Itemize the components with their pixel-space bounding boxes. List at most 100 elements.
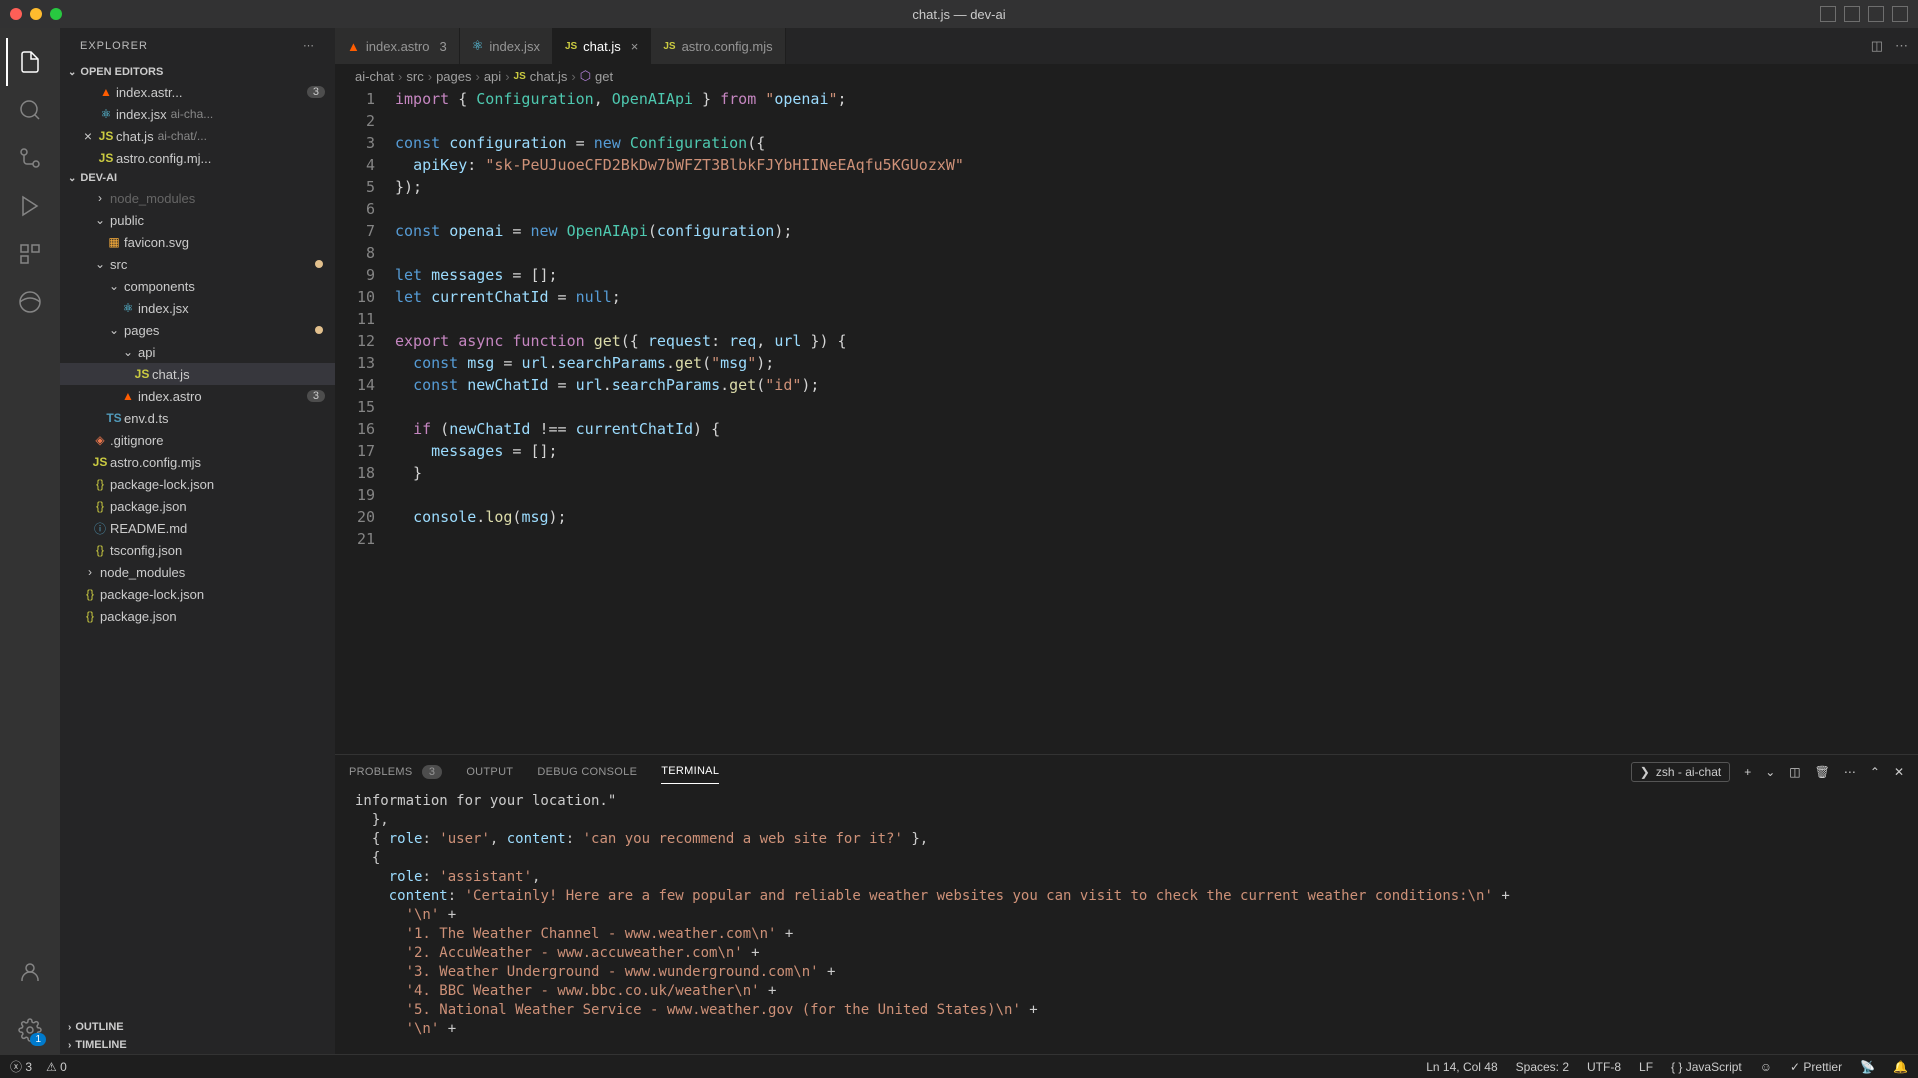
status-bar: ⓧ 3 ⚠ 0 Ln 14, Col 48 Spaces: 2 UTF-8 LF…	[0, 1054, 1918, 1078]
live-share-icon[interactable]: 📡	[1860, 1060, 1875, 1074]
editor-tab[interactable]: ⚛index.jsx	[460, 28, 553, 64]
encoding-status[interactable]: UTF-8	[1587, 1060, 1621, 1074]
breadcrumb[interactable]: ai-chat› src› pages› api› JS chat.js› ⬡ …	[335, 64, 1918, 88]
open-editor-item[interactable]: ×JSchat.jsai-chat/...	[60, 125, 335, 147]
close-window-button[interactable]	[10, 8, 22, 20]
astro-icon: ▲	[96, 85, 116, 99]
cursor-position[interactable]: Ln 14, Col 48	[1426, 1060, 1497, 1074]
breadcrumb-item[interactable]: chat.js	[530, 69, 568, 84]
breadcrumb-item[interactable]: ai-chat	[355, 69, 394, 84]
terminal-tab[interactable]: TERMINAL	[661, 759, 719, 784]
editor-tab[interactable]: JSchat.js×	[553, 28, 651, 64]
sidebar-more-icon[interactable]: ⋯	[303, 39, 315, 52]
split-editor-icon[interactable]: ◫	[1871, 38, 1883, 54]
close-panel-icon[interactable]: ✕	[1894, 765, 1904, 779]
extensions-activity[interactable]	[6, 230, 54, 278]
prettier-status[interactable]: ✓ Prettier	[1790, 1060, 1842, 1074]
edge-tools-activity[interactable]	[6, 278, 54, 326]
editor-tab[interactable]: JSastro.config.mjs	[651, 28, 785, 64]
kill-terminal-icon[interactable]: 🗑	[1815, 765, 1830, 779]
split-terminal-icon[interactable]: ◫	[1789, 765, 1800, 779]
toggle-secondary-sidebar-icon[interactable]	[1868, 6, 1884, 22]
terminal-output[interactable]: information for your location." }, { rol…	[335, 788, 1918, 1054]
react-icon: ⚛	[118, 301, 138, 315]
file-item[interactable]: JSastro.config.mjs	[60, 451, 335, 473]
problems-tab[interactable]: PROBLEMS 3	[349, 760, 442, 784]
editor-tab[interactable]: ▲index.astro3	[335, 28, 460, 64]
run-debug-activity[interactable]	[6, 182, 54, 230]
json-icon: {}	[90, 543, 110, 557]
source-control-activity[interactable]	[6, 134, 54, 182]
open-editor-item[interactable]: ▲index.astr...3	[60, 81, 335, 103]
folder-item[interactable]: ⌄pages	[60, 319, 335, 341]
file-item[interactable]: TSenv.d.ts	[60, 407, 335, 429]
maximize-window-button[interactable]	[50, 8, 62, 20]
breadcrumb-item[interactable]: get	[595, 69, 613, 84]
outline-label: OUTLINE	[75, 1021, 123, 1033]
js-icon: JS	[663, 41, 675, 52]
search-activity[interactable]	[6, 86, 54, 134]
file-item[interactable]: {}package.json	[60, 495, 335, 517]
warnings-status[interactable]: ⚠ 0	[46, 1060, 67, 1074]
errors-status[interactable]: ⓧ 3	[10, 1058, 32, 1075]
code-editor[interactable]: 123456789101112131415161718192021 import…	[335, 88, 1918, 754]
breadcrumb-item[interactable]: pages	[436, 69, 471, 84]
explorer-activity[interactable]	[6, 38, 54, 86]
more-actions-icon[interactable]: ⋯	[1895, 38, 1908, 54]
folder-item[interactable]: ⌄api	[60, 341, 335, 363]
open-editor-item[interactable]: ⚛index.jsxai-cha...	[60, 103, 335, 125]
customize-layout-icon[interactable]	[1892, 6, 1908, 22]
code-content[interactable]: import { Configuration, OpenAIApi } from…	[395, 88, 1918, 754]
accounts-activity[interactable]	[6, 948, 54, 996]
folder-item[interactable]: ›node_modules	[60, 561, 335, 583]
item-name: env.d.ts	[124, 411, 169, 426]
file-item[interactable]: JSchat.js	[60, 363, 335, 385]
file-item[interactable]: {}package.json	[60, 605, 335, 627]
outline-section[interactable]: › OUTLINE	[60, 1018, 335, 1036]
close-tab-icon[interactable]: ×	[631, 39, 639, 54]
debug-console-tab[interactable]: DEBUG CONSOLE	[537, 760, 637, 784]
maximize-panel-icon[interactable]: ⌃	[1870, 765, 1880, 779]
terminal-selector[interactable]: ❯ zsh - ai-chat	[1631, 762, 1730, 782]
file-item[interactable]: ▦favicon.svg	[60, 231, 335, 253]
file-item[interactable]: ◈.gitignore	[60, 429, 335, 451]
file-item[interactable]: {}package-lock.json	[60, 583, 335, 605]
feedback-icon[interactable]: ☺	[1760, 1060, 1772, 1074]
astro-icon: ▲	[347, 39, 360, 54]
file-item[interactable]: ⓘREADME.md	[60, 517, 335, 539]
language-status[interactable]: { } JavaScript	[1671, 1060, 1742, 1074]
project-section[interactable]: ⌄ DEV-AI	[60, 169, 335, 187]
folder-item[interactable]: ⌄src	[60, 253, 335, 275]
toggle-primary-sidebar-icon[interactable]	[1820, 6, 1836, 22]
bottom-panel: PROBLEMS 3 OUTPUT DEBUG CONSOLE TERMINAL…	[335, 754, 1918, 1054]
file-item[interactable]: {}tsconfig.json	[60, 539, 335, 561]
timeline-section[interactable]: › TIMELINE	[60, 1036, 335, 1054]
minimize-window-button[interactable]	[30, 8, 42, 20]
file-name: index.jsx	[116, 107, 167, 122]
more-terminal-icon[interactable]: ⋯	[1844, 765, 1856, 779]
close-icon[interactable]: ×	[80, 128, 96, 144]
open-editor-item[interactable]: JSastro.config.mj...	[60, 147, 335, 169]
file-item[interactable]: ▲index.astro3	[60, 385, 335, 407]
folder-item[interactable]: ›node_modules	[60, 187, 335, 209]
notifications-icon[interactable]: 🔔	[1893, 1060, 1908, 1074]
toggle-panel-icon[interactable]	[1844, 6, 1860, 22]
folder-item[interactable]: ⌄components	[60, 275, 335, 297]
terminal-icon: ❯	[1640, 765, 1650, 779]
open-editors-section[interactable]: ⌄ OPEN EDITORS	[60, 63, 335, 81]
settings-activity[interactable]: 1	[6, 1006, 54, 1054]
terminal-dropdown-icon[interactable]: ⌄	[1765, 765, 1775, 779]
timeline-label: TIMELINE	[75, 1039, 126, 1051]
indentation-status[interactable]: Spaces: 2	[1516, 1060, 1569, 1074]
output-tab[interactable]: OUTPUT	[466, 760, 513, 784]
new-terminal-icon[interactable]: +	[1744, 765, 1751, 779]
file-item[interactable]: ⚛index.jsx	[60, 297, 335, 319]
item-name: node_modules	[100, 565, 185, 580]
project-label: DEV-AI	[80, 172, 117, 184]
problems-label: PROBLEMS	[349, 766, 413, 778]
file-item[interactable]: {}package-lock.json	[60, 473, 335, 495]
eol-status[interactable]: LF	[1639, 1060, 1653, 1074]
breadcrumb-item[interactable]: src	[406, 69, 423, 84]
breadcrumb-item[interactable]: api	[484, 69, 501, 84]
folder-item[interactable]: ⌄public	[60, 209, 335, 231]
